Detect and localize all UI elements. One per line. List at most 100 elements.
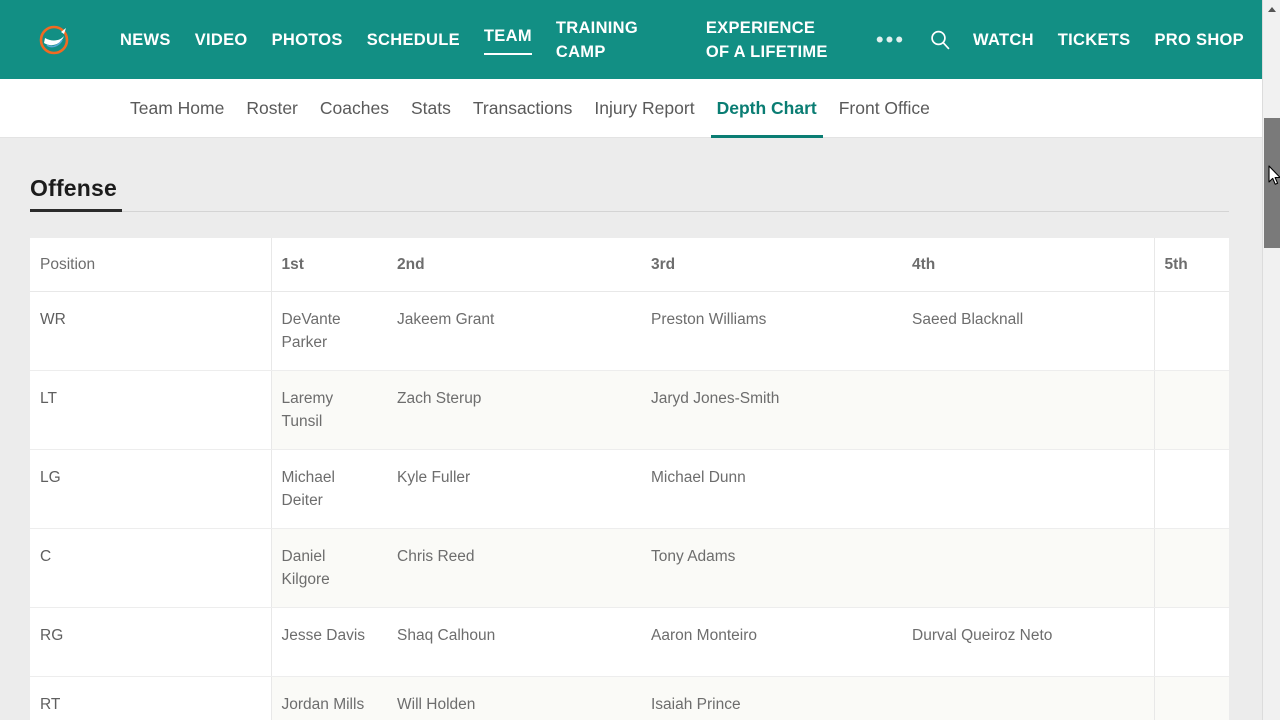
nav-item-watch[interactable]: WATCH — [961, 0, 1046, 79]
scroll-up-arrow-icon[interactable] — [1263, 0, 1280, 18]
scrollbar-thumb[interactable] — [1264, 118, 1280, 248]
cell-5th — [1153, 449, 1229, 529]
cell-2nd[interactable]: Jakeem Grant — [387, 291, 641, 371]
cell-3rd[interactable]: Jaryd Jones-Smith — [641, 370, 902, 450]
table-row: LT Laremy Tunsil Zach Sterup Jaryd Jones… — [30, 370, 1229, 450]
cell-2nd[interactable]: Shaq Calhoun — [387, 607, 641, 677]
subnav-item-coaches-label: Coaches — [319, 97, 389, 118]
table-row: LG Michael Deiter Kyle Fuller Michael Du… — [30, 449, 1229, 529]
nav-item-video[interactable]: VIDEO — [183, 0, 260, 79]
nav-item-training-camp-label: TRAINING CAMP — [555, 18, 639, 61]
nav-item-photos-label: PHOTOS — [271, 30, 343, 49]
cell-1st[interactable]: Laremy Tunsil — [271, 370, 387, 450]
nav-item-team-label: TEAM — [483, 24, 532, 55]
cell-3rd[interactable]: Tony Adams — [641, 528, 902, 608]
cell-1st[interactable]: DeVante Parker — [271, 291, 387, 371]
cell-2nd[interactable]: Chris Reed — [387, 528, 641, 608]
depth-chart-table: Position 1st 2nd 3rd 4th 5th WR DeVante … — [30, 238, 1229, 720]
scrollbar-track[interactable] — [1263, 18, 1280, 720]
nav-item-schedule[interactable]: SCHEDULE — [355, 0, 472, 79]
cell-3rd[interactable]: Michael Dunn — [641, 449, 902, 529]
nav-item-photos[interactable]: PHOTOS — [260, 0, 355, 79]
ellipsis-icon[interactable]: ••• — [862, 0, 919, 79]
nav-item-tickets-label: TICKETS — [1057, 30, 1131, 49]
section-divider-accent — [30, 209, 122, 212]
subnav-item-depth-chart-label: Depth Chart — [716, 97, 817, 118]
cell-1st[interactable]: Jesse Davis — [271, 607, 387, 677]
cell-5th — [1153, 607, 1229, 677]
cell-2nd[interactable]: Kyle Fuller — [387, 449, 641, 529]
depth-chart-table-header: Position 1st 2nd 3rd 4th 5th — [30, 238, 1229, 292]
nav-item-experience-of-a-lifetime[interactable]: EXPERIENCE OF A LIFETIME — [694, 0, 844, 79]
nav-item-watch-label: WATCH — [973, 30, 1034, 49]
cell-position: WR — [30, 291, 272, 371]
depth-chart-table-container: Position 1st 2nd 3rd 4th 5th WR DeVante … — [30, 238, 1229, 720]
cell-3rd[interactable]: Isaiah Prince — [641, 676, 902, 720]
cell-3rd[interactable]: Preston Williams — [641, 291, 902, 371]
cell-2nd[interactable]: Will Holden — [387, 676, 641, 720]
cell-position: RG — [30, 607, 272, 677]
cell-3rd[interactable]: Aaron Monteiro — [641, 607, 902, 677]
team-section-navigation: Team Home Roster Coaches Stats Transacti… — [0, 79, 1262, 138]
nav-item-pro-shop[interactable]: PRO SHOP — [1142, 0, 1256, 79]
cell-5th — [1153, 291, 1229, 371]
subnav-item-team-home-label: Team Home — [130, 97, 225, 118]
table-row: C Daniel Kilgore Chris Reed Tony Adams — [30, 528, 1229, 608]
nav-item-pro-shop-label: PRO SHOP — [1154, 30, 1244, 49]
subnav-item-coaches[interactable]: Coaches — [309, 79, 400, 138]
subnav-item-front-office-label: Front Office — [838, 97, 930, 118]
cell-2nd[interactable]: Zach Sterup — [387, 370, 641, 450]
subnav-item-front-office[interactable]: Front Office — [828, 79, 941, 138]
table-row: RG Jesse Davis Shaq Calhoun Aaron Montei… — [30, 607, 1229, 677]
cell-4th — [902, 528, 1154, 608]
column-header-5th: 5th — [1153, 238, 1229, 292]
nav-item-schedule-label: SCHEDULE — [366, 30, 460, 49]
nav-item-news[interactable]: NEWS — [108, 0, 183, 79]
cell-position: LT — [30, 370, 272, 450]
offense-section-header: Offense — [30, 175, 1229, 212]
search-icon[interactable] — [919, 0, 961, 79]
nav-item-training-camp[interactable]: TRAINING CAMP — [544, 0, 694, 79]
subnav-item-injury-report[interactable]: Injury Report — [583, 79, 705, 138]
nav-item-tickets[interactable]: TICKETS — [1046, 0, 1143, 79]
subnav-item-transactions[interactable]: Transactions — [462, 79, 584, 138]
nav-item-experience-label: EXPERIENCE OF A LIFETIME — [705, 18, 828, 61]
column-header-position: Position — [30, 238, 272, 292]
cell-5th — [1153, 370, 1229, 450]
subnav-item-roster[interactable]: Roster — [235, 79, 309, 138]
cell-4th[interactable]: Saeed Blacknall — [902, 291, 1154, 371]
subnav-item-stats[interactable]: Stats — [400, 79, 462, 138]
cell-1st[interactable]: Daniel Kilgore — [271, 528, 387, 608]
cell-4th — [902, 676, 1154, 720]
cell-1st[interactable]: Jordan Mills — [271, 676, 387, 720]
site-logo-link[interactable] — [0, 0, 108, 79]
cell-5th — [1153, 676, 1229, 720]
primary-nav-links: NEWS VIDEO PHOTOS SCHEDULE TEAM TRAINING… — [108, 0, 844, 79]
column-header-4th: 4th — [902, 238, 1154, 292]
cell-1st[interactable]: Michael Deiter — [271, 449, 387, 529]
cell-position: RT — [30, 676, 272, 720]
cell-4th[interactable]: Durval Queiroz Neto — [902, 607, 1154, 677]
cell-4th — [902, 370, 1154, 450]
column-header-1st: 1st — [271, 238, 387, 292]
subnav-item-transactions-label: Transactions — [472, 97, 573, 118]
vertical-scrollbar[interactable] — [1262, 0, 1280, 720]
page-root: NEWS VIDEO PHOTOS SCHEDULE TEAM TRAINING… — [0, 0, 1280, 720]
column-header-3rd: 3rd — [641, 238, 902, 292]
dolphins-logo-icon — [37, 25, 71, 55]
table-row: WR DeVante Parker Jakeem Grant Preston W… — [30, 291, 1229, 371]
cell-5th — [1153, 528, 1229, 608]
depth-chart-table-body: WR DeVante Parker Jakeem Grant Preston W… — [30, 291, 1229, 720]
cell-4th — [902, 449, 1154, 529]
primary-navigation-bar: NEWS VIDEO PHOTOS SCHEDULE TEAM TRAINING… — [0, 0, 1262, 79]
main-content: Offense Position 1st 2nd 3rd 4th 5th WR … — [0, 139, 1262, 720]
subnav-item-team-home[interactable]: Team Home — [119, 79, 235, 138]
primary-nav-utility-links: ••• WATCH TICKETS PRO SHOP — [862, 0, 1262, 79]
nav-item-team[interactable]: TEAM — [472, 0, 544, 79]
section-divider — [30, 211, 1229, 212]
cell-position: C — [30, 528, 272, 608]
nav-item-news-label: NEWS — [120, 30, 171, 49]
subnav-item-injury-report-label: Injury Report — [594, 97, 695, 118]
subnav-item-depth-chart[interactable]: Depth Chart — [706, 79, 828, 138]
subnav-item-stats-label: Stats — [410, 97, 451, 118]
